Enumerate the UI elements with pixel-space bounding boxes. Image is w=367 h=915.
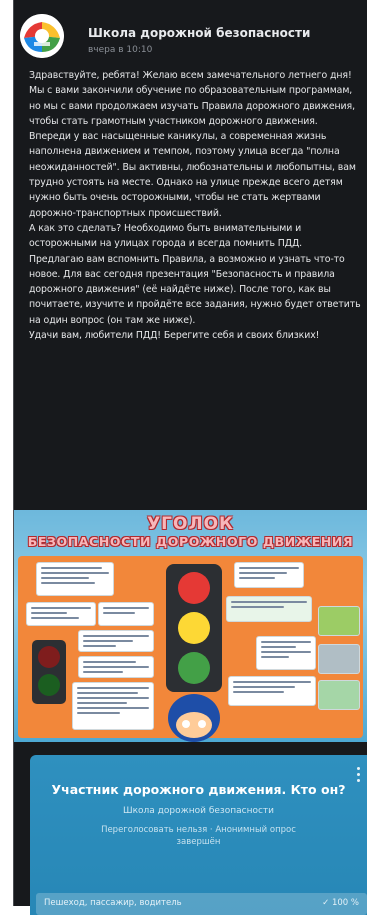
poll-meta: Переголосовать нельзя · Анонимный опрос … bbox=[101, 825, 296, 847]
post-paragraph: Здравствуйте, ребята! Желаю всем замечат… bbox=[29, 70, 352, 81]
poll-channel: Школа дорожной безопасности bbox=[122, 806, 274, 816]
channel-name[interactable]: Школа дорожной безопасности bbox=[88, 26, 310, 40]
poster-info-box bbox=[72, 682, 154, 730]
post-timestamp: вчера в 10:10 bbox=[88, 45, 153, 55]
post-paragraph: Впереди у вас насыщенные каникулы, а сов… bbox=[29, 131, 356, 219]
post-text: Здравствуйте, ребята! Желаю всем замечат… bbox=[29, 68, 365, 343]
post-paragraph: Предлагаю вам вспомнить Правила, а возмо… bbox=[29, 253, 361, 326]
poll-option-result: ✓ 100 % bbox=[322, 898, 359, 908]
poster-picture bbox=[318, 680, 360, 710]
post-header: Школа дорожной безопасности вчера в 10:1… bbox=[14, 12, 354, 58]
poster-info-box bbox=[78, 630, 154, 652]
green-lamp-icon bbox=[178, 652, 210, 684]
poll-option[interactable]: Пешеход, пассажир, водитель ✓ 100 % bbox=[36, 893, 367, 915]
poster-info-box bbox=[36, 562, 114, 596]
poster-picture bbox=[318, 606, 360, 636]
poster-info-box bbox=[256, 636, 316, 670]
poster-info-box bbox=[228, 676, 316, 706]
poster-info-box bbox=[234, 562, 304, 588]
pedestrian-red-icon bbox=[38, 646, 60, 668]
channel-logo-icon bbox=[20, 14, 64, 58]
poster-info-box bbox=[26, 602, 96, 626]
pedestrian-light-icon bbox=[32, 640, 66, 704]
police-cartoon-icon bbox=[168, 694, 220, 742]
frame-divider bbox=[13, 0, 14, 906]
yellow-lamp-icon bbox=[178, 612, 210, 644]
post-paragraph: Удачи вам, любители ПДД! Берегите себя и… bbox=[29, 330, 320, 342]
poll-question: Участник дорожного движения. Кто он? bbox=[51, 782, 346, 797]
channel-avatar[interactable] bbox=[20, 14, 64, 58]
poll-option-label: Пешеход, пассажир, водитель bbox=[44, 898, 182, 908]
traffic-light-icon bbox=[166, 564, 222, 692]
poll-card[interactable]: Участник дорожного движения. Кто он? Шко… bbox=[30, 755, 367, 915]
poster-info-box bbox=[226, 596, 312, 622]
post-paragraph: Мы с вами закончили обучение по образова… bbox=[29, 85, 355, 127]
poster-picture bbox=[318, 644, 360, 674]
poster-panel bbox=[18, 556, 363, 742]
poster-subtitle: БЕЗОПАСНОСТИ ДОРОЖНОГО ДВИЖЕНИЯ bbox=[27, 534, 354, 549]
poster-info-box bbox=[78, 656, 154, 678]
red-lamp-icon bbox=[178, 572, 210, 604]
post-paragraph: А как это сделать? Необходимо быть внима… bbox=[29, 222, 303, 250]
pedestrian-green-icon bbox=[38, 674, 60, 696]
poster-info-box bbox=[98, 602, 154, 626]
poster-title: УГОЛОК bbox=[147, 514, 234, 534]
road-safety-poster-image[interactable]: УГОЛОК БЕЗОПАСНОСТИ ДОРОЖНОГО ДВИЖЕНИЯ bbox=[14, 510, 367, 742]
